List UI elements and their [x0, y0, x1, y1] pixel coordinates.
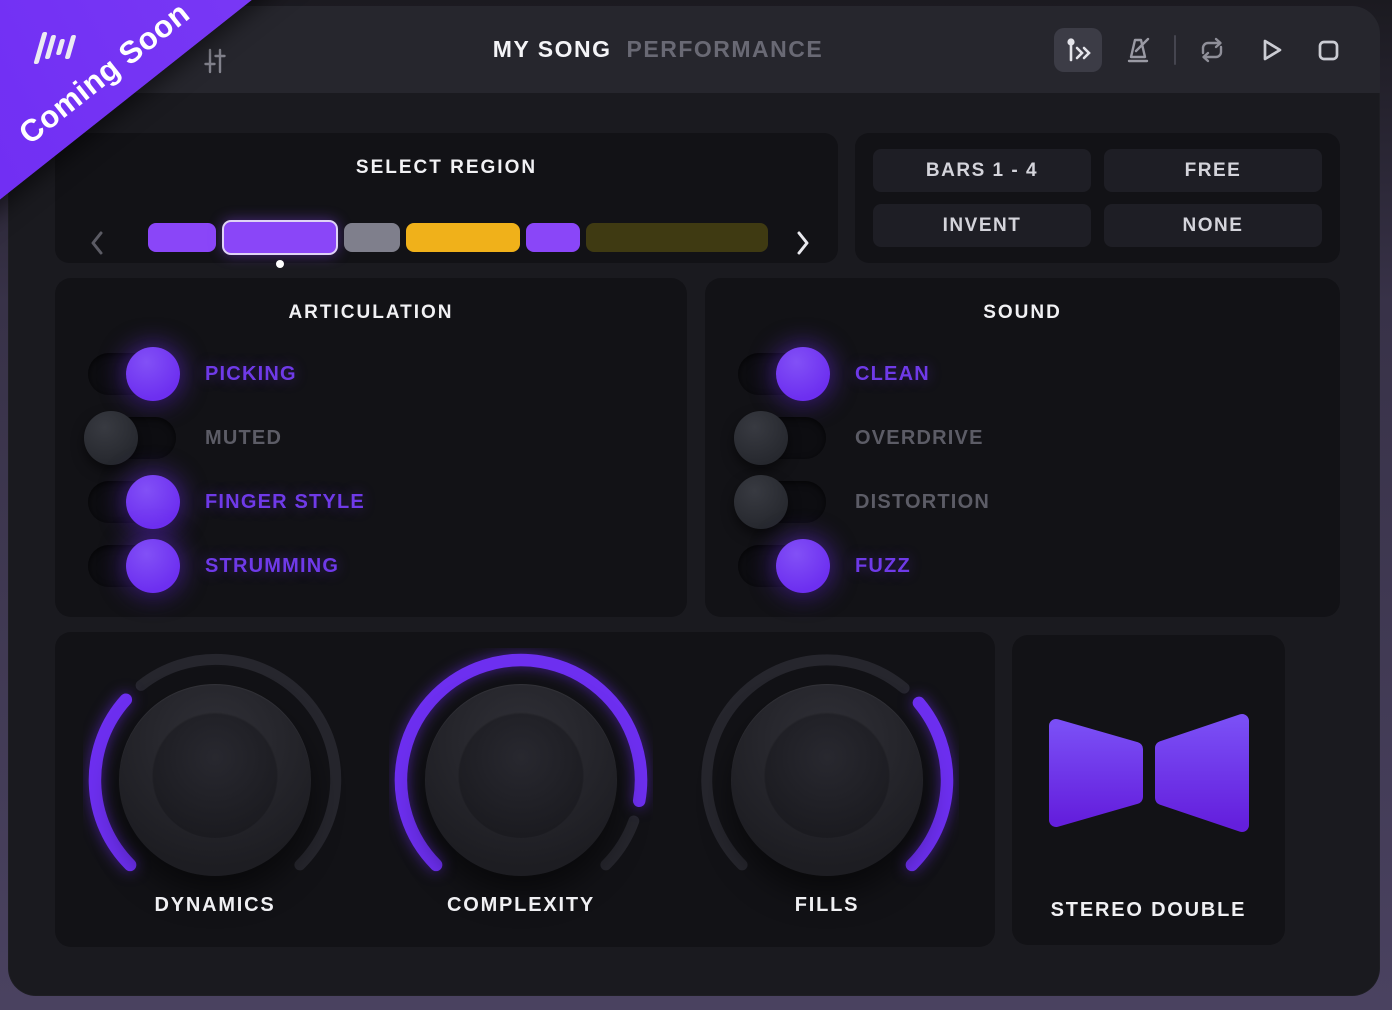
knob-label: COMPLEXITY [389, 894, 653, 917]
region-block[interactable] [526, 223, 580, 252]
articulation-toggles: PICKING MUTED FINGER STYLE STRUMMING [55, 342, 687, 598]
fills-knob[interactable] [731, 684, 923, 876]
strumming-toggle[interactable] [88, 545, 176, 587]
stop-button[interactable] [1306, 28, 1350, 72]
follow-playhead-button[interactable] [1054, 28, 1102, 72]
region-block-selected[interactable] [222, 220, 338, 255]
clean-toggle[interactable] [738, 353, 826, 395]
chevron-left-icon [89, 229, 105, 257]
app-window: MY SONG PERFORMANCE [8, 6, 1380, 996]
dynamics-knob[interactable] [119, 684, 311, 876]
select-region-panel: SELECT REGION [55, 133, 838, 263]
stereo-double-panel: STEREO DOUBLE [1012, 635, 1285, 945]
faders-icon [201, 46, 229, 76]
stereo-double-icon[interactable] [1043, 705, 1255, 841]
stop-icon [1312, 34, 1344, 66]
view-title: PERFORMANCE [627, 36, 824, 63]
knob-face [764, 712, 890, 838]
knob-face [152, 712, 278, 838]
stereo-double-label: STEREO DOUBLE [1012, 899, 1285, 922]
sound-toggles: CLEAN OVERDRIVE DISTORTION FUZZ [705, 342, 1340, 598]
metronome-button[interactable] [1116, 28, 1160, 72]
overdrive-toggle[interactable] [738, 417, 826, 459]
knob-label: DYNAMICS [83, 894, 347, 917]
toggle-label: OVERDRIVE [855, 427, 984, 450]
region-block[interactable] [344, 223, 400, 252]
logo-icon [38, 32, 73, 64]
complexity-knob-unit: COMPLEXITY [389, 648, 653, 912]
selected-region-dot [276, 260, 284, 268]
toggle-row: PICKING [55, 342, 687, 406]
fills-knob-unit: FILLS [695, 648, 959, 912]
none-button[interactable]: NONE [1104, 204, 1322, 247]
page-title: MY SONG PERFORMANCE [493, 6, 823, 93]
select-region-title: SELECT REGION [55, 157, 838, 179]
toggle-row: CLEAN [705, 342, 1340, 406]
toggle-thumb [776, 347, 830, 401]
complexity-knob[interactable] [425, 684, 617, 876]
toggle-row: FINGER STYLE [55, 470, 687, 534]
articulation-panel: ARTICULATION PICKING MUTED FINGER STYLE STR… [55, 278, 687, 617]
muted-toggle[interactable] [88, 417, 176, 459]
bars-range-button[interactable]: BARS 1 - 4 [873, 149, 1091, 192]
knob-face [458, 712, 584, 838]
toggle-row: OVERDRIVE [705, 406, 1340, 470]
toggle-thumb [776, 539, 830, 593]
fuzz-toggle[interactable] [738, 545, 826, 587]
knob-label: FILLS [695, 894, 959, 917]
toggle-thumb [126, 347, 180, 401]
region-next-button[interactable] [795, 229, 811, 257]
finger-style-toggle[interactable] [88, 481, 176, 523]
picking-toggle[interactable] [88, 353, 176, 395]
song-title: MY SONG [493, 36, 612, 63]
play-icon [1254, 34, 1286, 66]
dynamics-knob-unit: DYNAMICS [83, 648, 347, 912]
articulation-title: ARTICULATION [55, 302, 687, 324]
toggle-thumb [734, 411, 788, 465]
free-button[interactable]: FREE [1104, 149, 1322, 192]
toggle-thumb [84, 411, 138, 465]
toggle-thumb [126, 475, 180, 529]
toggle-thumb [126, 539, 180, 593]
toggle-row: STRUMMING [55, 534, 687, 598]
invent-button[interactable]: INVENT [873, 204, 1091, 247]
play-button[interactable] [1248, 28, 1292, 72]
region-prev-button[interactable] [89, 229, 105, 257]
toggle-label: STRUMMING [205, 555, 339, 578]
knobs-panel: DYNAMICSCOMPLEXITYFILLS [55, 632, 995, 947]
toggle-label: FUZZ [855, 555, 911, 578]
toggle-thumb [734, 475, 788, 529]
toggle-row: DISTORTION [705, 470, 1340, 534]
sound-panel: SOUND CLEAN OVERDRIVE DISTORTION FUZZ [705, 278, 1340, 617]
loop-icon [1195, 34, 1229, 66]
metronome-icon [1122, 34, 1154, 66]
transport-controls [1054, 28, 1350, 72]
sound-title: SOUND [705, 302, 1340, 324]
toggle-row: FUZZ [705, 534, 1340, 598]
toggle-label: PICKING [205, 363, 297, 386]
toggle-label: MUTED [205, 427, 282, 450]
follow-playhead-icon [1063, 35, 1093, 65]
loop-button[interactable] [1190, 28, 1234, 72]
region-block[interactable] [148, 223, 216, 252]
divider [1174, 35, 1176, 65]
toggle-label: FINGER STYLE [205, 491, 365, 514]
distortion-toggle[interactable] [738, 481, 826, 523]
chevron-right-icon [795, 229, 811, 257]
region-options-panel: BARS 1 - 4 FREE INVENT NONE [855, 133, 1340, 263]
region-strip [148, 219, 768, 255]
region-block[interactable] [586, 223, 768, 252]
toggle-label: DISTORTION [855, 491, 990, 514]
toggle-label: CLEAN [855, 363, 930, 386]
toggle-row: MUTED [55, 406, 687, 470]
region-block[interactable] [406, 223, 520, 252]
